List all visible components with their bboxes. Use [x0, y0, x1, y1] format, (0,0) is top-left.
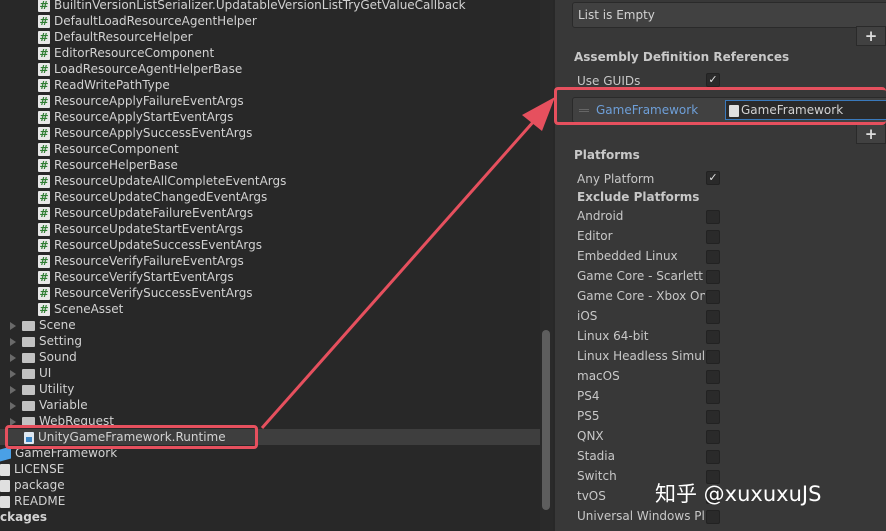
watermark: 知乎 @xuxuxuJS — [655, 482, 822, 506]
annotation-arrow — [260, 97, 555, 429]
